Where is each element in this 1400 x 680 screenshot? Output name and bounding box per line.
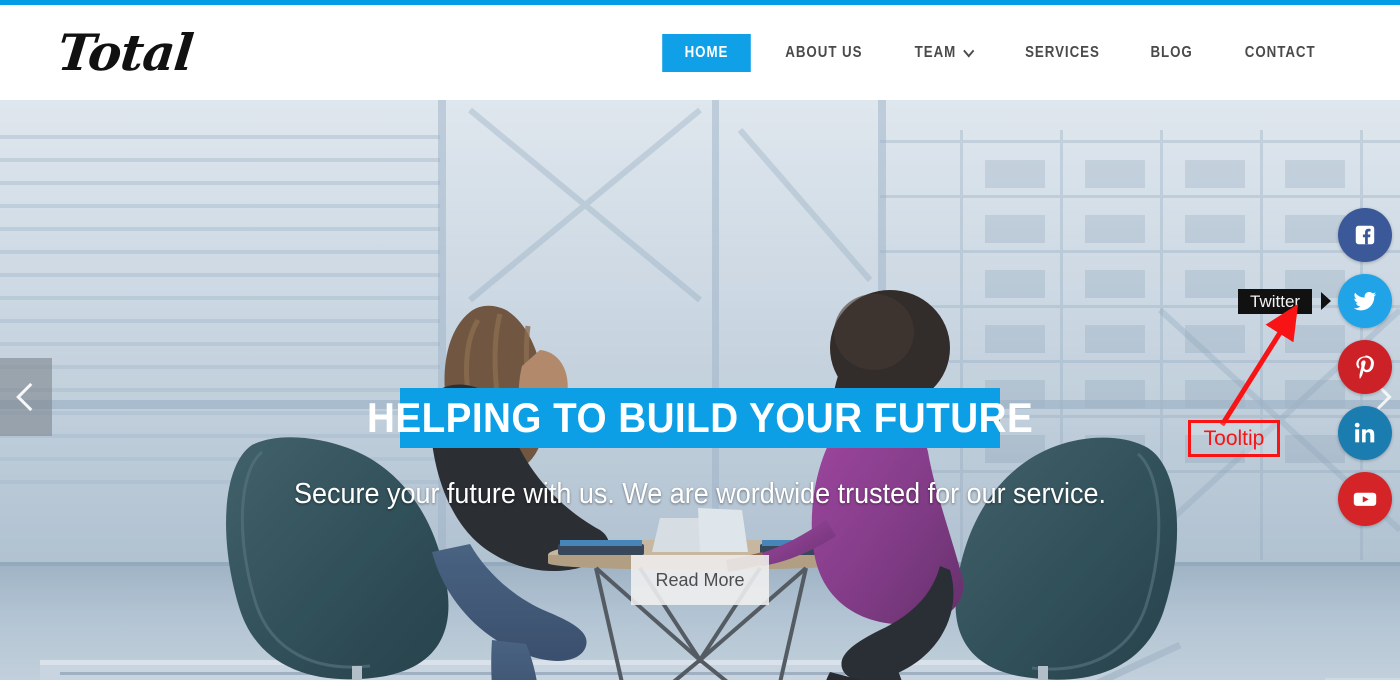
read-more-button[interactable]: Read More xyxy=(631,555,769,605)
nav-label-blog: BLOG xyxy=(1150,43,1194,61)
hero-slider: HELPING TO BUILD YOUR FUTURE Secure your… xyxy=(0,100,1400,680)
nav-item-home[interactable]: HOME xyxy=(661,33,751,72)
nav-item-contact[interactable]: CONTACT xyxy=(1226,34,1333,72)
carousel-prev-button[interactable] xyxy=(0,358,52,436)
twitter-icon xyxy=(1353,291,1377,311)
chevron-left-icon xyxy=(16,382,45,412)
social-button-facebook[interactable] xyxy=(1338,208,1392,262)
nav-label-contact: CONTACT xyxy=(1244,43,1316,61)
youtube-icon xyxy=(1353,492,1377,506)
chevron-down-icon xyxy=(963,44,975,58)
hero-title: HELPING TO BUILD YOUR FUTURE xyxy=(366,394,1034,441)
site-logo[interactable]: Total xyxy=(55,23,196,82)
social-button-twitter[interactable] xyxy=(1338,274,1392,328)
tooltip-label: Twitter xyxy=(1250,291,1301,311)
hero-title-banner: HELPING TO BUILD YOUR FUTURE xyxy=(367,388,1033,448)
annotation-label: Tooltip xyxy=(1203,426,1265,450)
nav-item-services[interactable]: SERVICES xyxy=(1007,34,1118,72)
hero-subtitle: Secure your future with us. We are wordw… xyxy=(294,478,1106,510)
social-share-rail xyxy=(1338,208,1392,526)
pinterest-icon xyxy=(1356,355,1374,379)
annotation-box-tooltip: Tooltip xyxy=(1188,420,1280,457)
nav-item-about-us[interactable]: ABOUT US xyxy=(767,34,880,72)
social-button-pinterest[interactable] xyxy=(1338,340,1392,394)
linkedin-icon xyxy=(1354,422,1375,443)
nav-label-home: HOME xyxy=(684,43,728,61)
tooltip-arrow xyxy=(1321,292,1331,310)
page-root: Total HOME ABOUT US TEAM SERVICES BLOG C… xyxy=(0,0,1400,680)
nav-label-team: TEAM xyxy=(914,43,957,61)
nav-label-about-us: ABOUT US xyxy=(784,43,862,61)
site-header: Total HOME ABOUT US TEAM SERVICES BLOG C… xyxy=(0,5,1400,100)
social-button-youtube[interactable] xyxy=(1338,472,1392,526)
nav-item-blog[interactable]: BLOG xyxy=(1133,34,1211,72)
facebook-icon xyxy=(1355,225,1375,245)
nav-item-team[interactable]: TEAM xyxy=(897,34,990,72)
nav-label-services: SERVICES xyxy=(1024,43,1100,61)
tooltip-twitter: Twitter xyxy=(1238,289,1313,314)
social-button-linkedin[interactable] xyxy=(1338,406,1392,460)
main-navigation: HOME ABOUT US TEAM SERVICES BLOG CONTACT xyxy=(655,5,1342,100)
